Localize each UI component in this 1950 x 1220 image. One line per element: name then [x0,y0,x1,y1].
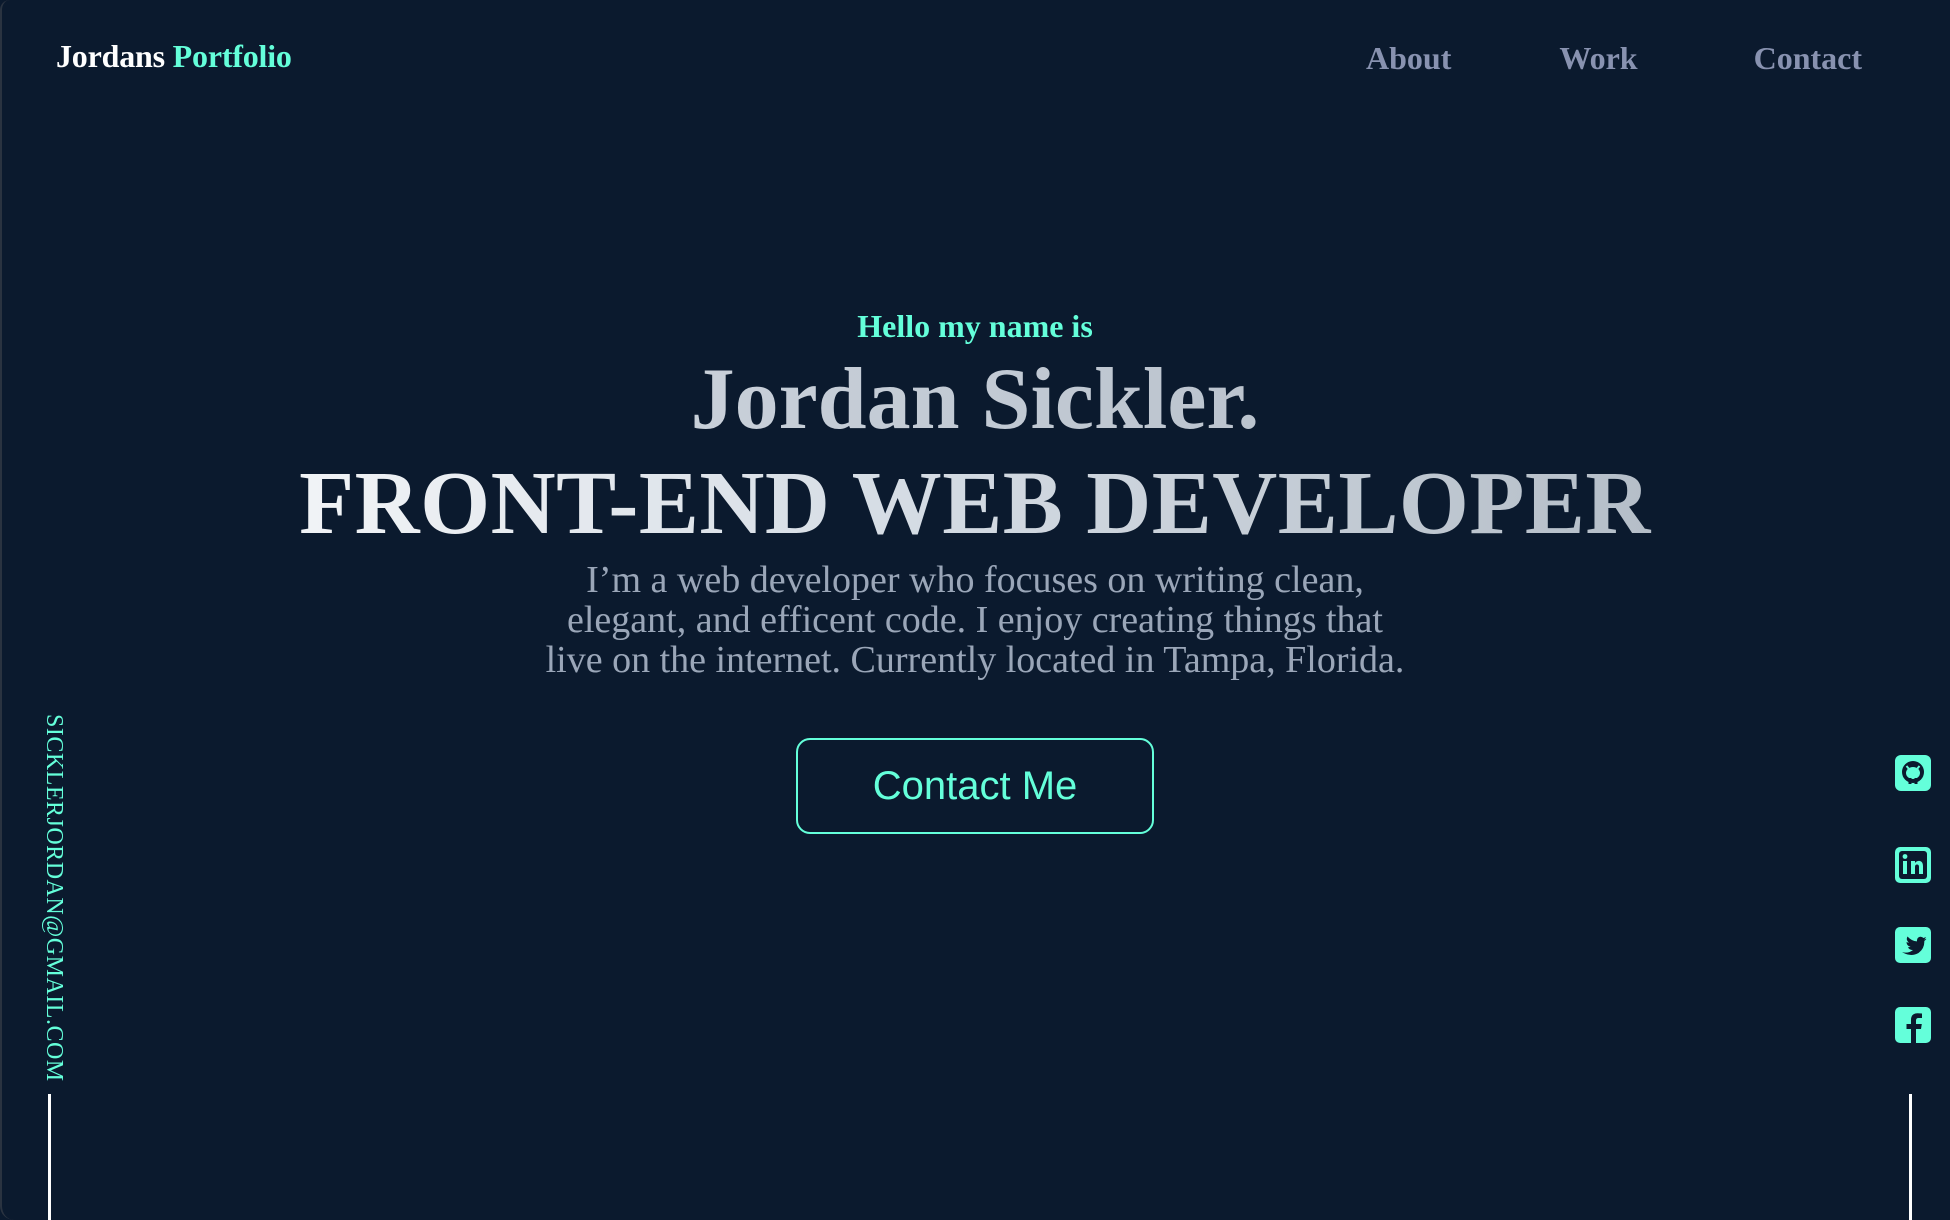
email-link[interactable]: SICKLERJORDAN@GMAIL.COM [40,714,67,1082]
github-link[interactable] [1894,754,1932,792]
github-icon [1895,755,1931,791]
contact-me-button[interactable]: Contact Me [796,738,1154,834]
hero-bio-line: elegant, and efficent code. I enjoy crea… [567,599,1383,641]
hero-name: Jordan Sickler. [0,354,1950,446]
hero-bio-line: I’m a web developer who focuses on writi… [586,559,1364,601]
facebook-icon [1895,1007,1931,1043]
nav-work[interactable]: Work [1559,40,1637,77]
linkedin-link[interactable] [1894,846,1932,884]
brand-second: Portfolio [172,38,292,74]
hero-bio-line: live on the internet. Currently located … [545,639,1405,681]
site-logo[interactable]: Jordans Portfolio [56,38,292,75]
brand-first: Jordans [56,38,165,74]
left-rail-line [48,1094,51,1220]
linkedin-icon [1895,847,1931,883]
hero-section: Hello my name is Jordan Sickler. FRONT-E… [0,306,1950,834]
hero-greeting: Hello my name is [857,308,1093,344]
nav-about[interactable]: About [1366,40,1451,77]
hero-bio: I’m a web developer who focuses on writi… [515,560,1435,680]
main-nav: About Work Contact [1366,40,1862,77]
right-rail-line [1909,1094,1912,1220]
nav-contact[interactable]: Contact [1754,40,1862,77]
hero-role: FRONT-END WEB DEVELOPER [0,456,1950,552]
twitter-icon [1895,927,1931,963]
twitter-link[interactable] [1894,926,1932,964]
facebook-link[interactable] [1894,1006,1932,1044]
